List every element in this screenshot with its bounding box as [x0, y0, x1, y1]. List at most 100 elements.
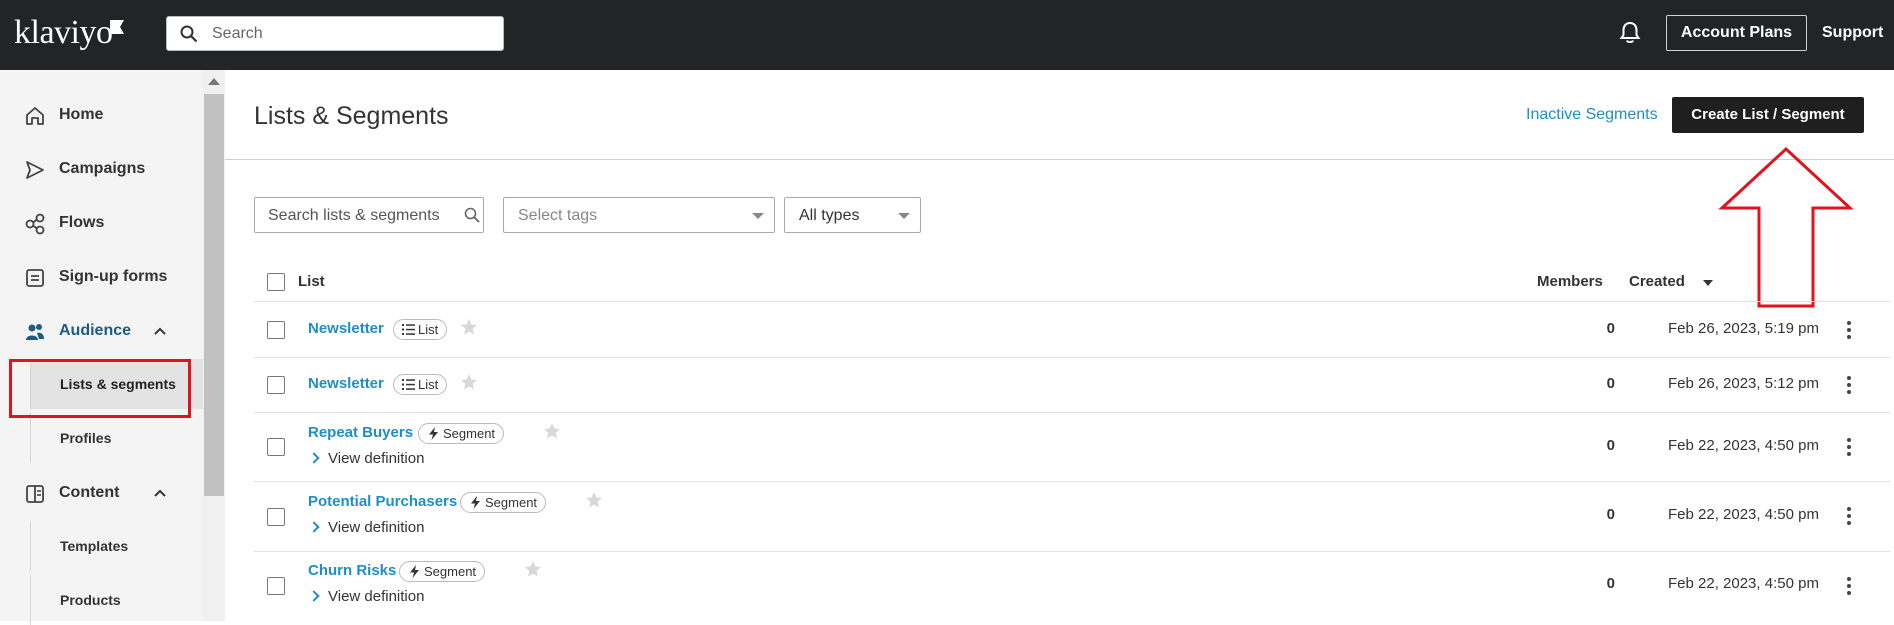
- column-header-members[interactable]: Members: [1537, 273, 1603, 290]
- list-icon: [402, 324, 415, 335]
- more-options-icon[interactable]: [1846, 376, 1852, 396]
- notification-bell-icon[interactable]: [1619, 21, 1641, 45]
- sidebar-item-content[interactable]: Content: [0, 473, 203, 513]
- more-options-icon[interactable]: [1846, 438, 1852, 458]
- row-checkbox[interactable]: [267, 577, 285, 595]
- type-badge: List: [393, 319, 448, 340]
- annotation-highlight-box: [9, 359, 191, 418]
- member-count: 0: [1606, 375, 1615, 392]
- caret-down-icon: [898, 213, 910, 219]
- sidebar-item-home[interactable]: Home: [0, 95, 203, 135]
- sidebar-item-flows[interactable]: Flows: [0, 203, 203, 243]
- type-badge: Segment: [399, 561, 486, 582]
- table-header: List Members Created: [254, 262, 1890, 302]
- header-divider: [225, 159, 1894, 160]
- view-definition-label: View definition: [328, 519, 425, 536]
- sidebar-item-label: Products: [60, 592, 121, 608]
- star-icon[interactable]: [460, 318, 478, 336]
- sidebar-item-products[interactable]: Products: [30, 575, 203, 625]
- star-icon[interactable]: [543, 422, 561, 440]
- global-search-input[interactable]: [212, 23, 492, 45]
- star-icon[interactable]: [524, 560, 542, 578]
- member-count: 0: [1606, 320, 1615, 337]
- support-link[interactable]: Support: [1822, 24, 1883, 42]
- global-search[interactable]: [166, 16, 504, 51]
- more-options-icon[interactable]: [1846, 577, 1852, 597]
- row-checkbox[interactable]: [267, 321, 285, 339]
- send-icon: [26, 161, 44, 179]
- types-dropdown[interactable]: All types: [784, 197, 921, 233]
- more-options-icon[interactable]: [1846, 321, 1852, 341]
- sidebar-scrollbar-thumb[interactable]: [204, 94, 224, 496]
- sidebar-item-templates[interactable]: Templates: [30, 521, 203, 571]
- sidebar-item-label: Flows: [59, 214, 105, 231]
- created-date: Feb 22, 2023, 4:50 pm: [1668, 575, 1819, 592]
- sidebar-item-audience[interactable]: Audience: [0, 311, 203, 351]
- caret-down-icon: [752, 213, 764, 219]
- segment-name-link[interactable]: Churn Risks: [308, 562, 396, 579]
- list-icon: [402, 379, 415, 390]
- inactive-segments-link[interactable]: Inactive Segments: [1526, 106, 1658, 124]
- scroll-up-arrow-icon[interactable]: [208, 78, 220, 85]
- search-icon: [180, 25, 198, 43]
- segment-name-link[interactable]: Repeat Buyers: [308, 424, 413, 441]
- flows-icon: [25, 213, 45, 235]
- member-count: 0: [1606, 575, 1615, 592]
- sidebar-item-profiles[interactable]: Profiles: [30, 413, 203, 463]
- select-tags-placeholder: Select tags: [518, 207, 598, 224]
- type-badge: Segment: [460, 492, 547, 513]
- type-badge-label: Segment: [443, 426, 496, 441]
- member-count: 0: [1606, 437, 1615, 454]
- form-icon: [26, 269, 44, 287]
- row-checkbox[interactable]: [267, 438, 285, 456]
- sidebar-item-label: Sign-up forms: [59, 268, 168, 285]
- view-definition-toggle[interactable]: View definition: [308, 588, 424, 605]
- star-icon[interactable]: [585, 491, 603, 509]
- column-header-list[interactable]: List: [298, 273, 325, 290]
- lightning-icon: [410, 565, 419, 578]
- chevron-right-icon: [308, 590, 320, 602]
- create-list-segment-button[interactable]: Create List / Segment: [1672, 97, 1864, 133]
- row-checkbox[interactable]: [267, 376, 285, 394]
- sidebar-item-label: Audience: [59, 322, 132, 339]
- logo-flag-icon: [110, 20, 124, 34]
- list-name-link[interactable]: Newsletter: [308, 375, 384, 392]
- chevron-up-icon[interactable]: [152, 485, 168, 501]
- star-icon[interactable]: [460, 373, 478, 391]
- list-name-link[interactable]: Newsletter: [308, 320, 384, 337]
- chevron-right-icon: [308, 521, 320, 533]
- member-count: 0: [1606, 506, 1615, 523]
- select-all-checkbox[interactable]: [267, 273, 285, 291]
- klaviyo-logo[interactable]: klaviyo: [14, 14, 113, 52]
- table-row[interactable]: Churn Risks Segment View definition 0 Fe…: [254, 552, 1890, 621]
- chevron-up-icon[interactable]: [152, 323, 168, 339]
- segment-name-link[interactable]: Potential Purchasers: [308, 493, 457, 510]
- chevron-right-icon: [308, 452, 320, 464]
- content-icon: [26, 485, 44, 503]
- sidebar-item-label: Campaigns: [59, 160, 146, 177]
- table-row[interactable]: Newsletter List 0 Feb 26, 2023, 5:19 pm: [254, 303, 1890, 358]
- sort-desc-icon[interactable]: [1703, 280, 1713, 286]
- view-definition-toggle[interactable]: View definition: [308, 519, 425, 536]
- type-badge: List: [393, 374, 448, 395]
- sidebar-item-campaigns[interactable]: Campaigns: [0, 149, 203, 189]
- select-tags-dropdown[interactable]: Select tags: [503, 197, 775, 233]
- view-definition-toggle[interactable]: View definition: [308, 450, 425, 467]
- more-options-icon[interactable]: [1846, 507, 1852, 527]
- sidebar-item-signup-forms[interactable]: Sign-up forms: [0, 257, 203, 297]
- lightning-icon: [429, 427, 438, 440]
- created-date: Feb 22, 2023, 4:50 pm: [1668, 506, 1819, 523]
- column-header-created[interactable]: Created: [1629, 273, 1685, 290]
- table-row[interactable]: Potential Purchasers Segment View defini…: [254, 482, 1890, 552]
- created-date: Feb 26, 2023, 5:12 pm: [1668, 375, 1819, 392]
- type-badge-label: List: [418, 322, 439, 337]
- lists-search-input[interactable]: Search lists & segments: [254, 197, 484, 233]
- view-definition-label: View definition: [328, 450, 425, 467]
- account-plans-button[interactable]: Account Plans: [1666, 15, 1807, 51]
- type-badge: Segment: [418, 423, 505, 444]
- table-row[interactable]: Newsletter List 0 Feb 26, 2023, 5:12 pm: [254, 358, 1890, 413]
- table-row[interactable]: Repeat Buyers Segment View definition 0 …: [254, 413, 1890, 482]
- sidebar-item-label: Profiles: [60, 430, 112, 446]
- lightning-icon: [471, 496, 480, 509]
- row-checkbox[interactable]: [267, 508, 285, 526]
